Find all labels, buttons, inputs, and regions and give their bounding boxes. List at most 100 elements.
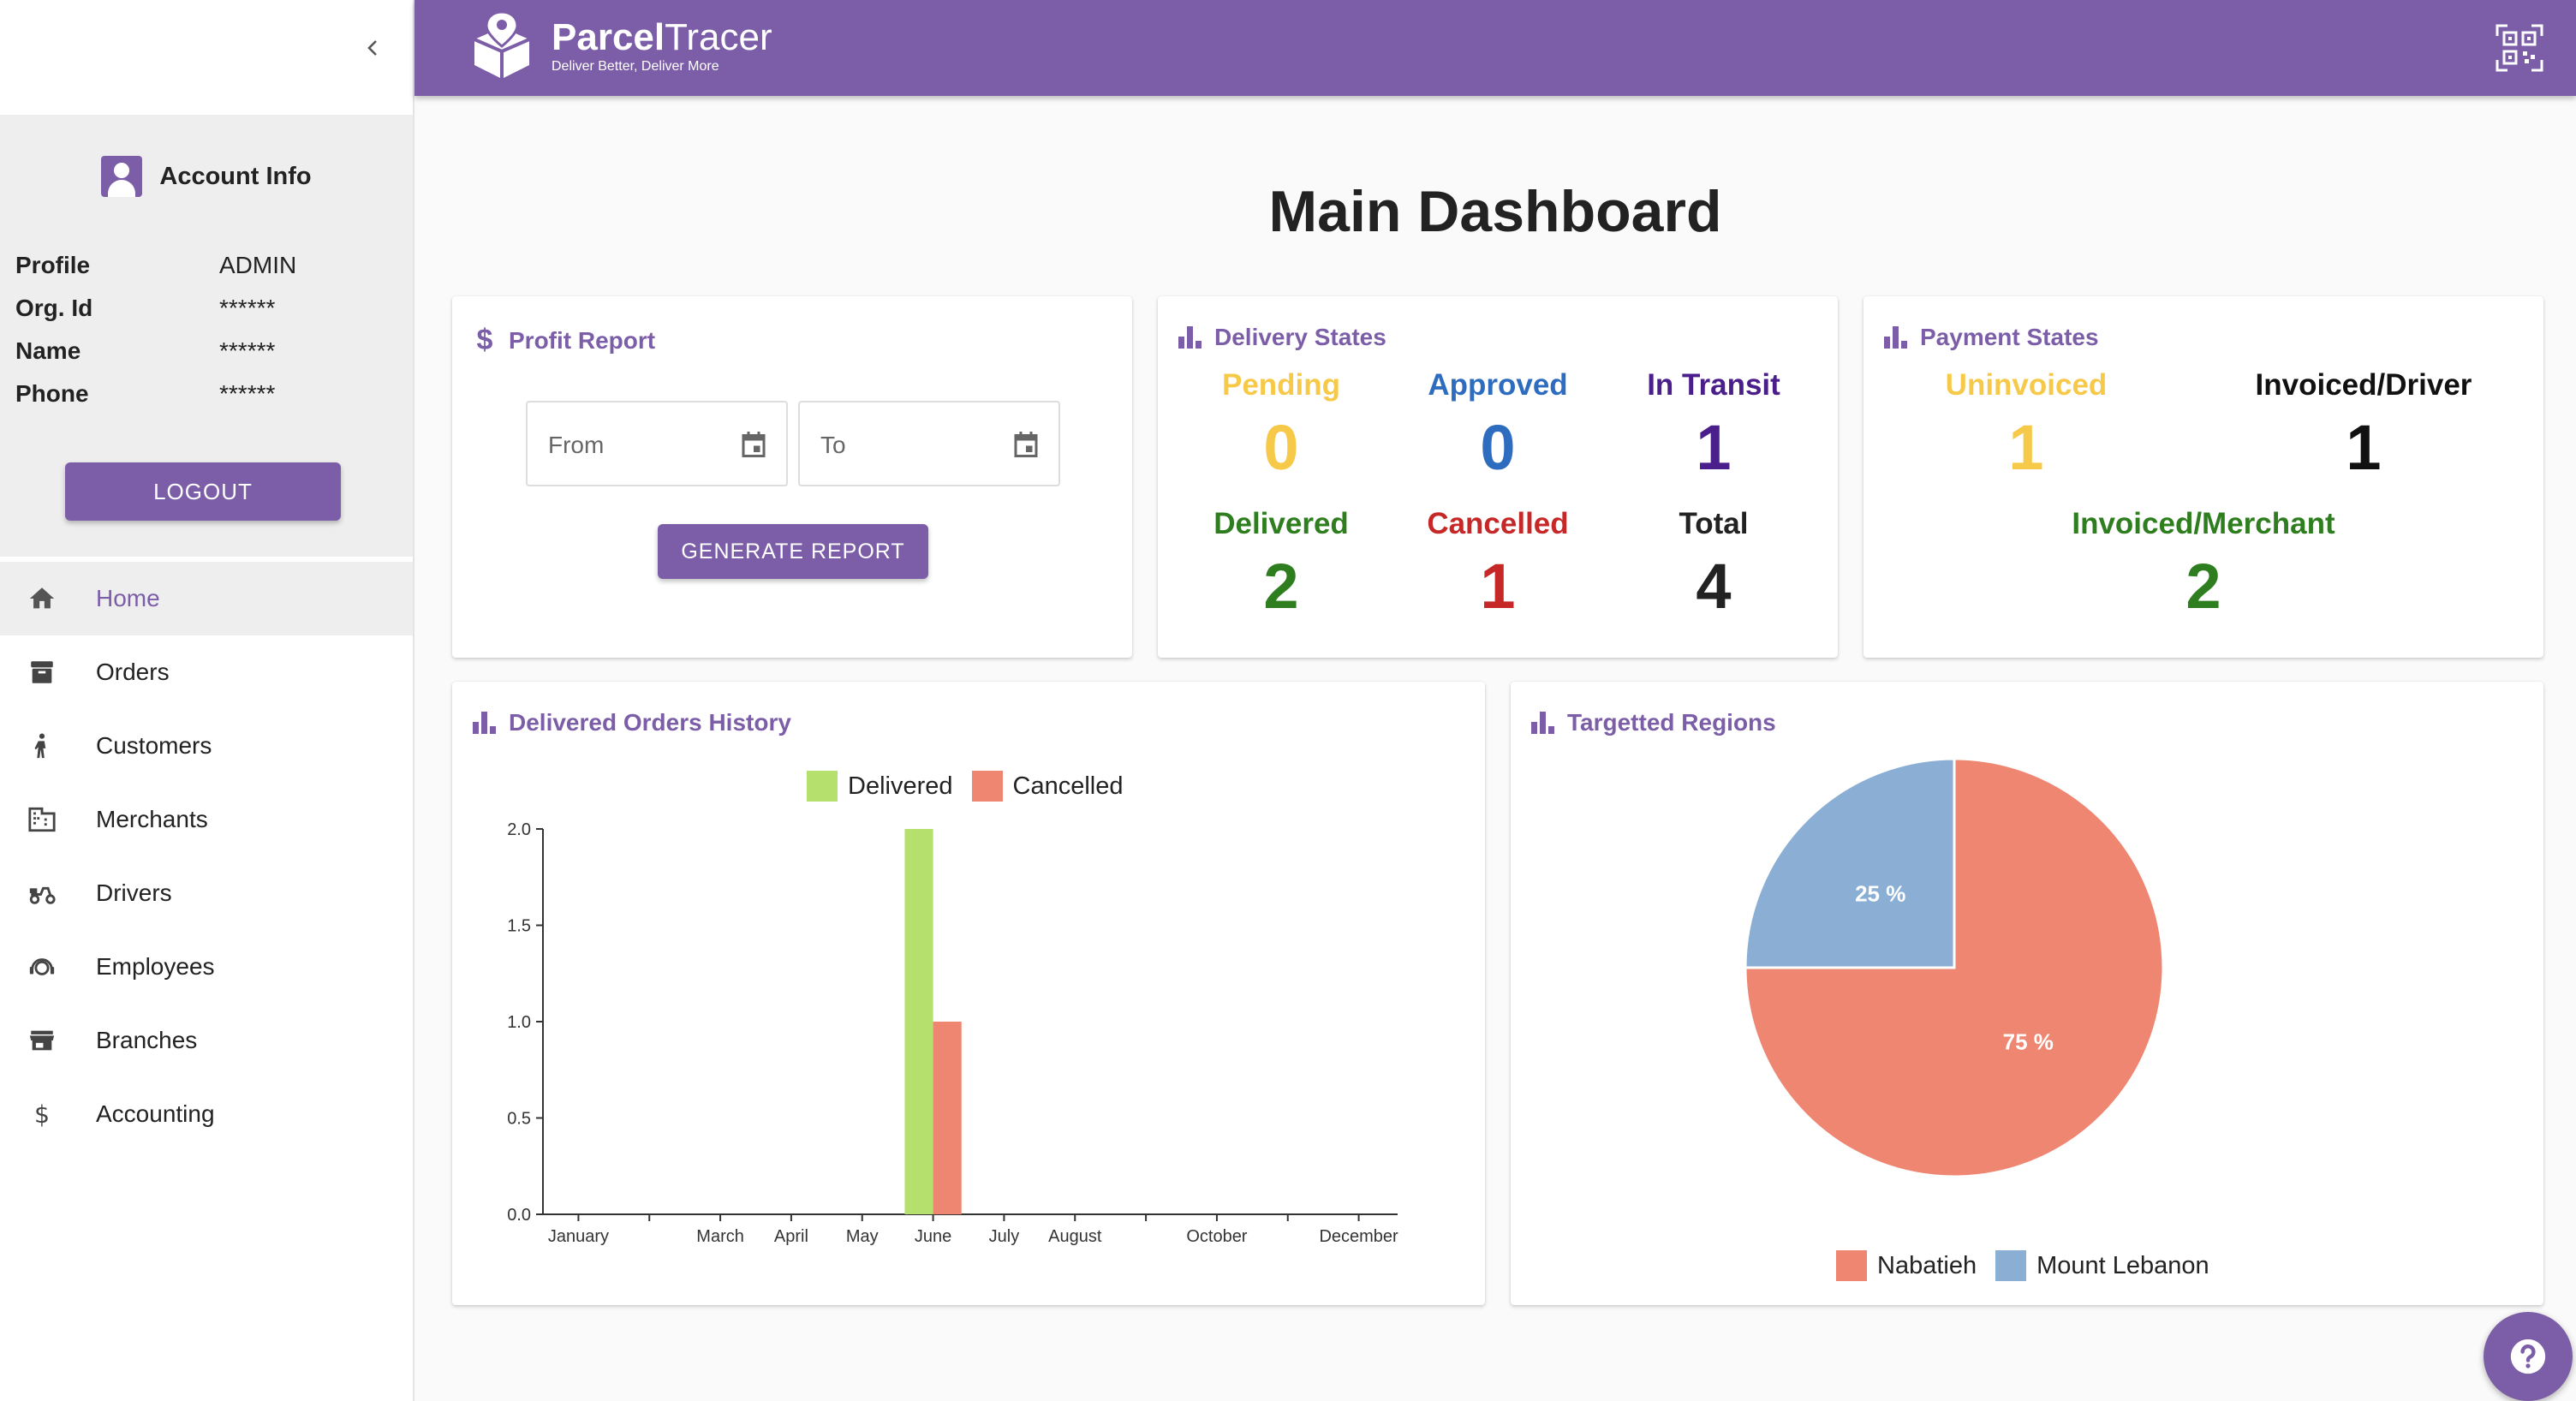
to-date-placeholder: To — [820, 432, 846, 458]
account-row-label: Phone — [15, 380, 89, 407]
y-tick-label: 0.5 — [507, 1110, 531, 1129]
stat-invoiced-driver: Invoiced/Driver 1 — [2235, 368, 2492, 484]
sidebar-item-accounting[interactable]: $ Accounting — [0, 1077, 413, 1151]
stat-label: Invoiced/Merchant — [2072, 507, 2335, 540]
sidebar-item-customers[interactable]: Customers — [0, 709, 413, 783]
account-row-label: Org. Id — [15, 295, 93, 321]
sidebar-item-label: Accounting — [96, 1100, 215, 1127]
legend-item-nabatieh[interactable]: Nabatieh — [1836, 1250, 1977, 1281]
sidebar: Account Info Profile ADMIN Org. Id *****… — [0, 0, 414, 1401]
bar-cancelled-june — [933, 1022, 962, 1214]
sidebar-item-label: Orders — [96, 659, 170, 685]
stat-label: Approved — [1428, 368, 1568, 402]
stat-value: 4 — [1696, 551, 1732, 622]
sidebar-item-label: Customers — [96, 732, 212, 759]
card-title-text: Payment States — [1920, 324, 2099, 350]
account-row-phone: Phone ****** — [15, 380, 392, 414]
pie-slice-label: 75 % — [2003, 1028, 2054, 1054]
sidebar-item-branches[interactable]: Branches — [0, 1004, 413, 1077]
regions-card: Targetted Regions 75 % 25 % Nabatieh Moun… — [1511, 682, 2543, 1305]
scooter-icon — [26, 877, 58, 909]
store-icon — [26, 1024, 58, 1057]
calendar-icon[interactable] — [738, 428, 769, 461]
brand-text: ParcelTracer Deliver Better, Deliver Mor… — [552, 18, 772, 75]
stat-approved: Approved 0 — [1391, 368, 1605, 484]
stat-pending: Pending 0 — [1174, 368, 1388, 484]
y-tick-label: 1.5 — [507, 917, 531, 936]
account-row-label: Name — [15, 337, 81, 364]
qr-scan-button[interactable] — [2496, 24, 2543, 72]
help-icon — [2510, 1338, 2546, 1374]
sidebar-item-home[interactable]: Home — [0, 562, 413, 635]
person-icon — [26, 730, 58, 762]
legend-label: Mount Lebanon — [2036, 1251, 2209, 1279]
calendar-icon[interactable] — [1011, 428, 1041, 461]
stat-label: Delivered — [1213, 507, 1349, 540]
stat-invoiced-merchant: Invoiced/Merchant 2 — [2041, 507, 2366, 623]
delivery-states-card: Delivery States Pending 0 Approved 0 In … — [1158, 296, 1838, 658]
page-title: Main Dashboard — [1268, 179, 1722, 244]
sidebar-item-merchants[interactable]: Merchants — [0, 783, 413, 856]
bar-delivered-june — [904, 829, 933, 1214]
stat-value: 2 — [1263, 551, 1299, 622]
sidebar-item-label: Employees — [96, 953, 215, 980]
stat-label: Total — [1679, 507, 1749, 540]
account-row-value: ****** — [219, 295, 276, 321]
account-row-value: ****** — [219, 380, 276, 407]
generate-report-button[interactable]: GENERATE REPORT — [658, 524, 928, 579]
from-date-field[interactable]: From — [526, 401, 788, 486]
sidebar-item-orders[interactable]: Orders — [0, 635, 413, 709]
orders-history-chart: 0.0 0.5 1.0 1.5 2.0 January March April May June J… — [507, 820, 1398, 1246]
stat-value: 1 — [2346, 412, 2382, 483]
card-title-text: Profit Report — [509, 326, 656, 354]
stat-value: 2 — [2185, 551, 2221, 622]
collapse-sidebar-button[interactable] — [360, 34, 387, 62]
y-tick-label: 1.0 — [507, 1013, 531, 1032]
x-tick-label: April — [774, 1227, 808, 1246]
to-date-field[interactable]: To — [798, 401, 1060, 486]
sidebar-item-label: Branches — [96, 1027, 198, 1053]
stat-label: Pending — [1221, 368, 1341, 402]
dollar-icon: $ — [26, 1098, 58, 1130]
stat-value: 1 — [1696, 412, 1732, 483]
account-info-panel: Account Info Profile ADMIN Org. Id *****… — [0, 115, 413, 557]
bar-chart-icon — [1884, 326, 1908, 349]
account-row-org-id: Org. Id ****** — [15, 295, 392, 329]
building-icon — [26, 803, 58, 836]
x-tick-label: June — [915, 1227, 951, 1246]
profit-report-card: $ Profit Report From To GENERATE REPORT — [452, 296, 1132, 658]
stat-label: Uninvoiced — [1945, 368, 2108, 402]
bar-chart-icon — [1178, 326, 1202, 349]
qr-code-icon — [2496, 24, 2543, 72]
profit-report-title: $ Profit Report — [473, 324, 656, 357]
stat-value: 0 — [1263, 412, 1299, 483]
account-info-header: Account Info — [0, 156, 413, 197]
top-bar: ParcelTracer Deliver Better, Deliver Mor… — [414, 0, 2576, 96]
sidebar-item-label: Drivers — [96, 879, 172, 906]
x-tick-label: March — [696, 1227, 744, 1246]
parcel-logo-icon — [474, 10, 530, 79]
stat-value: 0 — [1480, 412, 1516, 483]
x-tick-label: October — [1186, 1227, 1247, 1246]
logout-button[interactable]: LOGOUT — [65, 462, 341, 521]
help-button[interactable] — [2484, 1312, 2573, 1401]
sidebar-item-drivers[interactable]: Drivers — [0, 856, 413, 930]
account-row-value: ADMIN — [219, 252, 297, 278]
x-tick-label: December — [1319, 1227, 1398, 1246]
regions-pie-chart: 75 % 25 % — [1744, 757, 2165, 1178]
legend-item-mount-lebanon[interactable]: Mount Lebanon — [1995, 1250, 2209, 1281]
x-tick-label: January — [548, 1227, 609, 1246]
brand-logo[interactable]: ParcelTracer Deliver Better, Deliver Mor… — [466, 10, 772, 82]
account-box-icon — [101, 156, 143, 197]
account-row-profile: Profile ADMIN — [15, 252, 392, 286]
account-info-title: Account Info — [159, 162, 312, 190]
card-title-text: Delivery States — [1214, 324, 1386, 350]
legend-swatch — [1995, 1250, 2027, 1281]
stat-uninvoiced: Uninvoiced 1 — [1898, 368, 2155, 484]
stat-in-transit: In Transit 1 — [1607, 368, 1821, 484]
regions-legend: Nabatieh Mount Lebanon — [1836, 1250, 2216, 1281]
sidebar-item-employees[interactable]: Employees — [0, 930, 413, 1004]
stat-cancelled: Cancelled 1 — [1391, 507, 1605, 623]
stat-label: Invoiced/Driver — [2255, 368, 2472, 402]
account-row-name: Name ****** — [15, 337, 392, 372]
